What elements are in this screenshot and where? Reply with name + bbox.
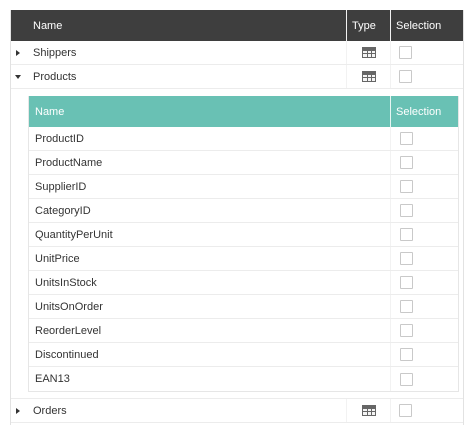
type-cell xyxy=(346,399,390,422)
subgrid-name-header[interactable]: Name xyxy=(29,96,390,127)
grid-header: Name Type Selection xyxy=(11,10,463,41)
column-name: UnitPrice xyxy=(35,252,80,265)
expand-toggle[interactable] xyxy=(11,399,25,422)
column-name: QuantityPerUnit xyxy=(35,228,113,241)
column-row: EAN13 xyxy=(29,367,458,391)
column-row: CategoryID xyxy=(29,199,458,223)
column-name: ProductID xyxy=(35,132,84,145)
columns-subgrid: Name Selection ProductID ProductName Suppl… xyxy=(28,96,459,392)
selection-cell xyxy=(390,65,463,88)
column-selection-checkbox[interactable] xyxy=(400,348,413,361)
column-selection-checkbox[interactable] xyxy=(400,132,413,145)
table-row: Products xyxy=(11,65,463,89)
table-icon xyxy=(361,405,376,416)
detail-panel: Name Selection ProductID ProductName Suppl… xyxy=(11,89,463,399)
column-selection-cell xyxy=(390,175,458,198)
column-row: QuantityPerUnit xyxy=(29,223,458,247)
expand-toggle[interactable] xyxy=(11,41,25,64)
selection-checkbox[interactable] xyxy=(399,46,412,59)
column-selection-checkbox[interactable] xyxy=(400,228,413,241)
expand-toggle[interactable] xyxy=(11,65,25,88)
table-name: Orders xyxy=(33,404,67,417)
column-row: ReorderLevel xyxy=(29,319,458,343)
column-row: ProductID xyxy=(29,127,458,151)
subgrid-selection-header[interactable]: Selection xyxy=(390,96,458,127)
column-selection-checkbox[interactable] xyxy=(400,156,413,169)
table-row: Shippers xyxy=(11,41,463,65)
name-column-header[interactable]: Name xyxy=(25,10,346,41)
column-selection-cell xyxy=(390,151,458,174)
column-row: SupplierID xyxy=(29,175,458,199)
table-name: Shippers xyxy=(33,46,77,59)
subgrid-header: Name Selection xyxy=(29,96,458,127)
column-name: ProductName xyxy=(35,156,103,169)
table-name: Products xyxy=(33,70,77,83)
type-cell xyxy=(346,65,390,88)
type-column-header[interactable]: Type xyxy=(346,10,390,41)
column-selection-checkbox[interactable] xyxy=(400,372,413,386)
column-selection-checkbox[interactable] xyxy=(400,204,413,217)
table-row: Orders xyxy=(11,399,463,423)
column-selection-cell xyxy=(390,247,458,270)
column-row: ProductName xyxy=(29,151,458,175)
selection-checkbox[interactable] xyxy=(399,404,412,417)
column-row: UnitsOnOrder xyxy=(29,295,458,319)
column-name: ReorderLevel xyxy=(35,324,102,337)
table-icon xyxy=(361,71,376,82)
column-selection-cell xyxy=(390,199,458,222)
column-row: UnitsInStock xyxy=(29,271,458,295)
column-selection-cell xyxy=(390,127,458,150)
selection-cell xyxy=(390,399,463,422)
column-selection-checkbox[interactable] xyxy=(400,276,413,289)
column-name: CategoryID xyxy=(35,204,91,217)
column-name: SupplierID xyxy=(35,180,87,193)
caret-right-icon xyxy=(16,49,20,56)
selection-cell xyxy=(390,41,463,64)
column-selection-cell xyxy=(390,343,458,366)
table-icon xyxy=(361,47,376,58)
column-selection-checkbox[interactable] xyxy=(400,300,413,313)
column-row: Discontinued xyxy=(29,343,458,367)
column-selection-cell xyxy=(390,223,458,246)
column-selection-checkbox[interactable] xyxy=(400,252,413,265)
column-selection-cell xyxy=(390,271,458,294)
caret-right-icon xyxy=(16,407,20,414)
column-name: UnitsInStock xyxy=(35,276,97,289)
column-name: Discontinued xyxy=(35,348,99,361)
column-row: UnitPrice xyxy=(29,247,458,271)
tables-grid: Name Type Selection Shippers Products Na… xyxy=(10,10,464,425)
column-name: UnitsOnOrder xyxy=(35,300,103,313)
caret-down-icon xyxy=(15,74,21,79)
column-selection-cell xyxy=(390,295,458,318)
selection-column-header[interactable]: Selection xyxy=(390,10,463,41)
column-selection-checkbox[interactable] xyxy=(400,180,413,193)
expand-column-header xyxy=(11,10,25,41)
selection-checkbox[interactable] xyxy=(399,70,412,83)
column-selection-checkbox[interactable] xyxy=(400,324,413,337)
column-selection-cell xyxy=(390,319,458,342)
column-name: EAN13 xyxy=(35,373,70,385)
type-cell xyxy=(346,41,390,64)
column-selection-cell xyxy=(390,367,458,391)
